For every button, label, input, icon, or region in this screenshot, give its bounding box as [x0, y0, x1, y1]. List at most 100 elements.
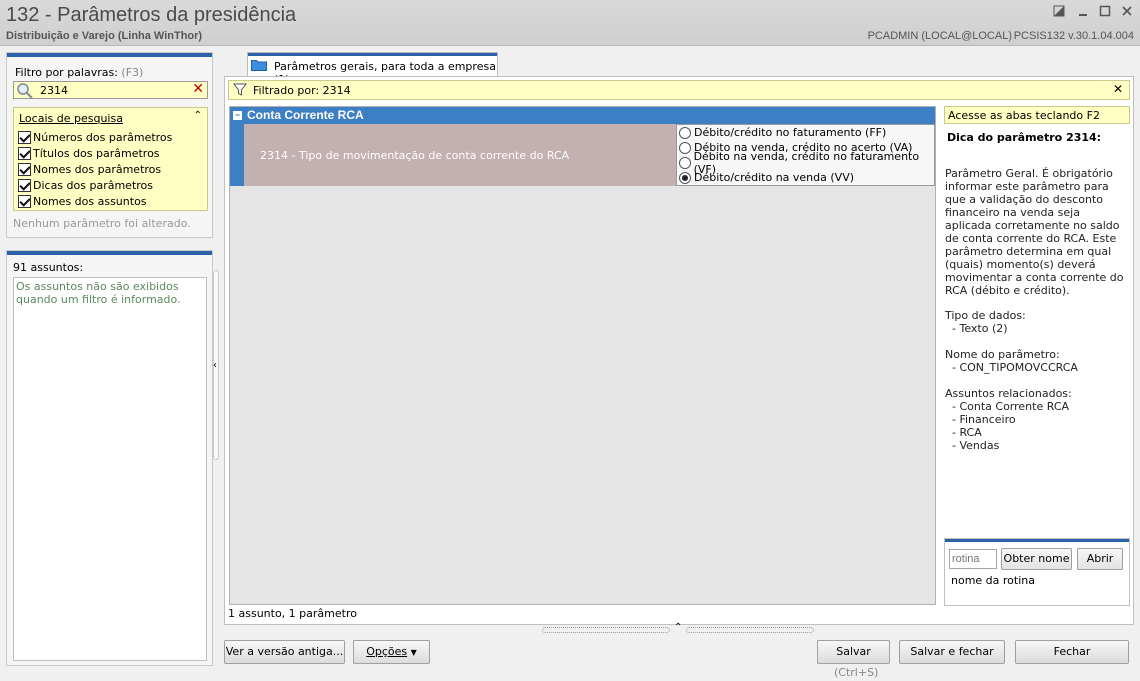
- filter-panel: Filtro por palavras: (F3) 2314 ✕ Locais …: [6, 52, 213, 238]
- checkbox-icon[interactable]: [18, 146, 31, 160]
- row-indicator: [230, 124, 244, 186]
- window-title: 132 - Parâmetros da presidência: [6, 4, 297, 26]
- routine-version: PCSIS132 v.30.1.04.004: [1013, 30, 1134, 42]
- radio-option-ff[interactable]: Débito/crédito no faturamento (FF): [679, 125, 886, 140]
- checkbox-parameter-tips[interactable]: Dicas dos parâmetros: [18, 177, 153, 193]
- tab-accent-bar: [248, 53, 497, 56]
- collapse-icon[interactable]: ⌃: [194, 110, 202, 121]
- checkbox-parameter-numbers[interactable]: Números dos parâmetros: [18, 129, 172, 145]
- radio-icon[interactable]: [679, 156, 691, 169]
- radio-option-vv[interactable]: Débito/crédito na venda (VV): [679, 170, 854, 185]
- routine-hint: nome da rotina: [951, 574, 1035, 587]
- data-type-label: Tipo de dados:: [945, 309, 1026, 322]
- search-locations-title: Locais de pesquisa: [19, 112, 123, 125]
- tab-hint: Acesse as abas teclando F2: [944, 106, 1130, 124]
- options-button[interactable]: Opções ▼: [353, 640, 430, 664]
- checkbox-icon[interactable]: [18, 130, 31, 144]
- routine-lookup-panel: Obter nome Abrir nome da rotina: [944, 538, 1130, 606]
- checkbox-label: Nomes dos parâmetros: [33, 162, 162, 176]
- clear-filter-icon[interactable]: ✕: [1113, 82, 1123, 96]
- subjects-list[interactable]: Os assuntos não são exibidos quando um f…: [13, 277, 207, 661]
- close-icon[interactable]: [1118, 4, 1136, 22]
- chevron-up-icon[interactable]: ⌃: [674, 622, 682, 633]
- active-filter-bar: Filtrado por: 2314 ✕: [228, 80, 1130, 100]
- tip-body: Parâmetro Geral. É obrigatório informar …: [945, 167, 1124, 297]
- funnel-icon: [233, 83, 247, 97]
- get-name-button[interactable]: Obter nome: [1001, 548, 1072, 570]
- routine-input[interactable]: [949, 549, 997, 569]
- data-type-value: - Texto (2): [952, 322, 1008, 335]
- filter-label-text: Filtro por palavras:: [15, 66, 118, 79]
- search-value: 2314: [40, 84, 68, 97]
- parameter-options: Débito/crédito no faturamento (FF) Débit…: [676, 124, 935, 186]
- search-locations-box: Locais de pesquisa ⌃ Números dos parâmet…: [13, 107, 208, 211]
- close-button[interactable]: Fechar: [1015, 640, 1129, 664]
- checkbox-label: Números dos parâmetros: [33, 130, 173, 144]
- radio-icon[interactable]: [679, 141, 691, 154]
- parameter-title: 2314 - Tipo de movimentação de conta cor…: [260, 149, 570, 162]
- panel-accent-bar: [945, 539, 1129, 542]
- subjects-count: 91 assuntos:: [13, 261, 84, 274]
- radio-icon[interactable]: [679, 126, 691, 139]
- collapse-group-icon[interactable]: −: [233, 111, 242, 120]
- minimize-icon[interactable]: [1074, 4, 1092, 22]
- subjects-message: Os assuntos não são exibidos quando um f…: [16, 280, 181, 306]
- grid-summary: 1 assunto, 1 parâmetro: [228, 607, 357, 620]
- chevron-down-icon: ▼: [410, 648, 417, 657]
- related-subject[interactable]: - Vendas: [952, 439, 1136, 452]
- checkbox-label: Títulos dos parâmetros: [33, 146, 160, 160]
- checkbox-label: Dicas dos parâmetros: [33, 178, 154, 192]
- title-bar: 132 - Parâmetros da presidência Distribu…: [0, 0, 1140, 46]
- radio-label: Débito/crédito na venda (VV): [694, 171, 855, 184]
- save-button[interactable]: Salvar: [817, 640, 890, 664]
- save-and-close-button[interactable]: Salvar e fechar: [899, 640, 1005, 664]
- search-input[interactable]: 2314 ✕: [13, 81, 208, 99]
- active-filter-text: Filtrado por: 2314: [253, 84, 351, 97]
- edit-icon[interactable]: [1050, 4, 1068, 22]
- radio-label: Débito/crédito no faturamento (FF): [694, 126, 887, 139]
- checkbox-label: Nomes dos assuntos: [33, 194, 147, 208]
- group-header[interactable]: − Conta Corrente RCA: [230, 107, 935, 124]
- window-subtitle: Distribuição e Varejo (Linha WinThor): [6, 30, 203, 42]
- panel-accent-bar: [7, 251, 212, 255]
- filter-label: Filtro por palavras: (F3): [15, 66, 143, 79]
- filter-hotkey: (F3): [121, 66, 144, 79]
- related-subject[interactable]: - Financeiro: [952, 413, 1136, 426]
- checkbox-icon[interactable]: [18, 162, 31, 176]
- parameters-grid: − Conta Corrente RCA 2314 - Tipo de movi…: [229, 106, 936, 605]
- old-version-button[interactable]: Ver a versão antiga...: [224, 640, 345, 664]
- checkbox-parameter-names[interactable]: Nomes dos parâmetros: [18, 161, 161, 177]
- tip-panel: Acesse as abas teclando F2 Dica do parâm…: [944, 106, 1130, 603]
- param-name-value: - CON_TIPOMOVCCRCA: [952, 361, 1078, 374]
- radio-option-vf[interactable]: Débito na venda, crédito no faturamento …: [679, 150, 934, 176]
- save-shortcut: (Ctrl+S): [834, 666, 879, 679]
- options-button-label: Opções: [366, 645, 408, 658]
- bottom-splitter-grip[interactable]: ⌃: [542, 622, 814, 634]
- group-title: Conta Corrente RCA: [247, 108, 364, 122]
- user-info: PCADMIN (LOCAL@LOCAL): [867, 30, 1012, 42]
- grip-dots: [686, 627, 814, 633]
- change-status: Nenhum parâmetro foi alterado.: [13, 217, 191, 230]
- tab-general-parameters[interactable]: Parâmetros gerais, para toda a empresa (…: [247, 52, 498, 86]
- search-icon: [16, 82, 34, 100]
- related-subject[interactable]: - RCA: [952, 426, 1136, 439]
- clear-search-icon[interactable]: ✕: [192, 81, 204, 97]
- related-subjects-label: Assuntos relacionados:: [945, 387, 1072, 400]
- panel-accent-bar: [7, 53, 212, 57]
- checkbox-icon[interactable]: [18, 194, 31, 208]
- main-content: Filtrado por: 2314 ✕ − Conta Corrente RC…: [224, 76, 1134, 625]
- open-button[interactable]: Abrir: [1077, 548, 1123, 570]
- param-name-label: Nome do parâmetro:: [945, 348, 1060, 361]
- subjects-panel: 91 assuntos: Os assuntos não são exibido…: [6, 250, 213, 666]
- maximize-icon[interactable]: [1096, 4, 1114, 22]
- radio-selected-icon[interactable]: [679, 171, 691, 184]
- tip-title: Dica do parâmetro 2314:: [947, 131, 1102, 144]
- checkbox-parameter-titles[interactable]: Títulos dos parâmetros: [18, 145, 160, 161]
- checkbox-subject-names[interactable]: Nomes dos assuntos: [18, 193, 147, 209]
- checkbox-icon[interactable]: [18, 178, 31, 192]
- parameter-cell[interactable]: 2314 - Tipo de movimentação de conta cor…: [244, 124, 676, 186]
- grip-dots: [542, 627, 670, 633]
- chevron-left-icon[interactable]: ‹: [213, 360, 217, 371]
- related-subject[interactable]: - Conta Corrente RCA: [952, 400, 1136, 413]
- folder-icon: [251, 59, 267, 71]
